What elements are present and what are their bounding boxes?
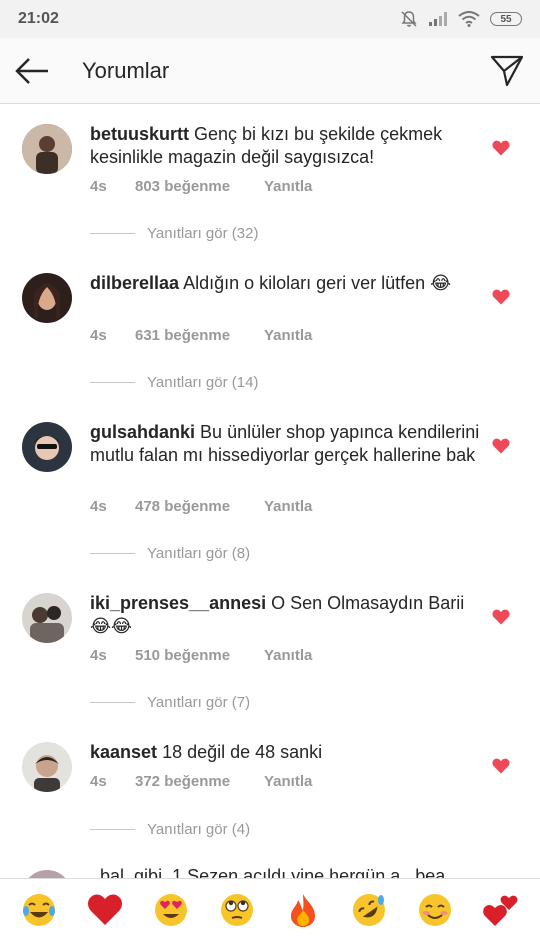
view-replies-link[interactable]: Yanıtları gör (8) (90, 545, 250, 562)
likes-count[interactable]: 631 beğenme (135, 327, 264, 344)
two-hearts-emoji[interactable] (482, 891, 520, 929)
like-heart-icon[interactable] (492, 609, 510, 625)
comments-list[interactable]: betuuskurtt Genç bi kızı bu şekilde çekm… (0, 104, 540, 878)
view-replies-label: Yanıtları gör (8) (147, 545, 251, 562)
replies-divider (90, 553, 135, 554)
comment-age: 4s (90, 773, 107, 790)
comment-username[interactable]: betuuskurtt (90, 124, 189, 144)
reply-button[interactable]: Yanıtla (264, 773, 312, 790)
comment-meta: 4s 478 beğenme Yanıtla (90, 498, 312, 515)
view-replies-label: Yanıtları gör (7) (147, 694, 251, 711)
status-time: 21:02 (18, 10, 59, 27)
avatar[interactable] (22, 742, 72, 792)
replies-divider (90, 829, 135, 830)
back-arrow-icon[interactable] (14, 56, 50, 86)
heart-eyes-emoji[interactable] (152, 891, 190, 929)
comment-item: dilberellaa Aldığın o kiloları geri ver … (0, 253, 540, 402)
likes-count[interactable]: 510 beğenme (135, 647, 264, 664)
view-replies-link[interactable]: Yanıtları gör (32) (90, 225, 258, 242)
laughing-tears-emoji[interactable] (20, 891, 58, 929)
view-replies-link[interactable]: Yanıtları gör (7) (90, 694, 250, 711)
comment-meta: 4s 631 beğenme Yanıtla (90, 327, 312, 344)
comment-text: betuuskurtt Genç bi kızı bu şekilde çekm… (90, 123, 480, 169)
reply-button[interactable]: Yanıtla (264, 647, 312, 664)
comment-username[interactable]: iki_prenses__annesi (90, 593, 266, 613)
mute-bell-icon (401, 11, 417, 27)
comment-item: betuuskurtt Genç bi kızı bu şekilde çekm… (0, 104, 540, 253)
comment-text: kaanset 18 değil de 48 sanki (90, 741, 480, 764)
comment-body: Aldığın o kiloları geri ver lütfen 😂 (183, 273, 452, 293)
comment-username[interactable]: gulsahdanki (90, 422, 195, 442)
fire-emoji[interactable] (284, 891, 322, 929)
likes-count[interactable]: 372 beğenme (135, 773, 264, 790)
comment-text: dilberellaa Aldığın o kiloları geri ver … (90, 272, 480, 295)
like-heart-icon[interactable] (492, 289, 510, 305)
reply-button[interactable]: Yanıtla (264, 178, 312, 195)
comment-age: 4s (90, 327, 107, 344)
view-replies-link[interactable]: Yanıtları gör (4) (90, 821, 250, 838)
smiling-blush-emoji[interactable] (416, 891, 454, 929)
view-replies-link[interactable]: Yanıtları gör (14) (90, 374, 258, 391)
comment-age: 4s (90, 647, 107, 664)
status-icons: 55 (400, 10, 522, 28)
rofl-emoji[interactable] (350, 891, 388, 929)
like-heart-icon[interactable] (492, 140, 510, 156)
page-title: Yorumlar (82, 58, 170, 83)
header-bar: Yorumlar (0, 38, 540, 104)
avatar[interactable] (22, 422, 72, 472)
comment-username[interactable]: kaanset (90, 742, 157, 762)
comment-text: iki_prenses__annesi O Sen Olmasaydın Bar… (90, 592, 480, 638)
reply-button[interactable]: Yanıtla (264, 327, 312, 344)
comment-age: 4s (90, 498, 107, 515)
avatar[interactable] (22, 273, 72, 323)
red-heart-emoji[interactable] (86, 891, 124, 929)
reply-button[interactable]: Yanıtla (264, 498, 312, 515)
comment-item: kaanset 18 değil de 48 sanki 4s 372 beğe… (0, 722, 540, 871)
wifi-icon (458, 11, 480, 27)
direct-message-icon[interactable] (490, 54, 524, 88)
comment-text: gulsahdanki Bu ünlüler shop yapınca kend… (90, 421, 480, 467)
view-replies-label: Yanıtları gör (4) (147, 821, 251, 838)
likes-count[interactable]: 803 beğenme (135, 178, 264, 195)
comment-item: iki_prenses__annesi O Sen Olmasaydın Bar… (0, 573, 540, 722)
replies-divider (90, 382, 135, 383)
comment-item: gulsahdanki Bu ünlüler shop yapınca kend… (0, 402, 540, 573)
battery-icon: 55 (490, 12, 522, 26)
comment-username[interactable]: dilberellaa (90, 273, 179, 293)
comment-meta: 4s 510 beğenme Yanıtla (90, 647, 312, 664)
likes-count[interactable]: 478 beğenme (135, 498, 264, 515)
like-heart-icon[interactable] (492, 438, 510, 454)
eye-roll-emoji[interactable] (218, 891, 256, 929)
avatar[interactable] (22, 124, 72, 174)
status-bar: 21:02 55 (0, 0, 540, 38)
avatar[interactable] (22, 593, 72, 643)
replies-divider (90, 233, 135, 234)
view-replies-label: Yanıtları gör (32) (147, 225, 259, 242)
replies-divider (90, 702, 135, 703)
comment-meta: 4s 372 beğenme Yanıtla (90, 773, 312, 790)
view-replies-label: Yanıtları gör (14) (147, 374, 259, 391)
like-heart-icon[interactable] (492, 758, 510, 774)
comment-meta: 4s 803 beğenme Yanıtla (90, 178, 312, 195)
comment-body: 18 değil de 48 sanki (162, 742, 323, 762)
comment-age: 4s (90, 178, 107, 195)
emoji-bar (0, 878, 540, 940)
signal-icon (429, 12, 447, 26)
